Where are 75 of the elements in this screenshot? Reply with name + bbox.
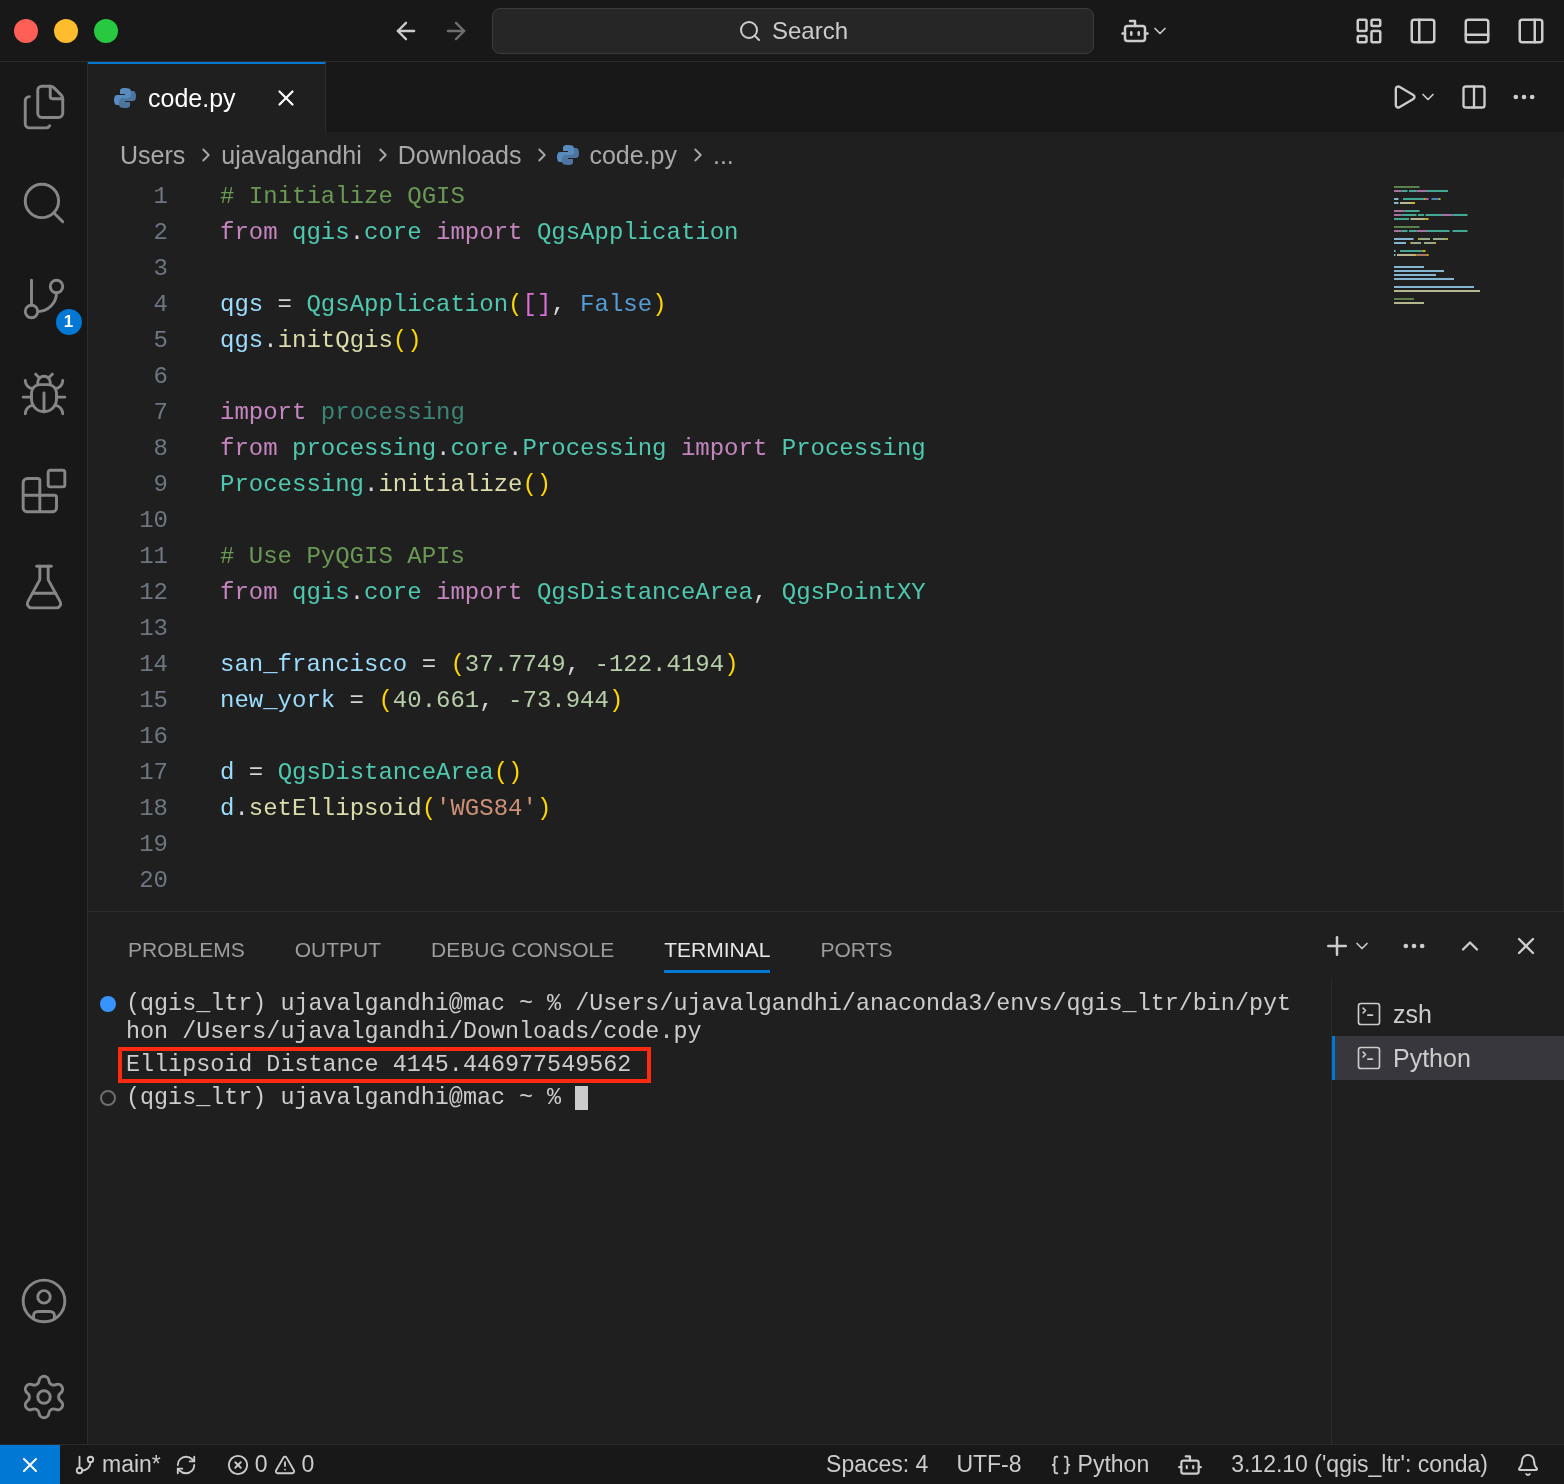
line-number: 14 <box>138 650 168 678</box>
editor-tab[interactable]: code.py <box>88 62 326 132</box>
line-number: 17 <box>138 758 168 786</box>
line-number: 5 <box>152 326 168 354</box>
breadcrumb-item[interactable]: Users <box>120 140 186 170</box>
line-number: 19 <box>138 830 168 858</box>
terminal-session[interactable]: Python <box>1332 1036 1564 1080</box>
line-number: 8 <box>152 434 168 462</box>
line-number: 11 <box>138 542 168 570</box>
maximize-window-button[interactable] <box>94 18 118 43</box>
line-number: 4 <box>152 290 168 318</box>
code-line: d.setEllipsoid('WGS84') <box>220 794 552 822</box>
sync-icon[interactable] <box>174 1453 197 1476</box>
language-status[interactable]: Python <box>1035 1451 1164 1478</box>
search-field[interactable]: Search <box>492 7 1094 54</box>
terminal-line: (qgis_ltr) ujavalgandhi@mac ~ % /Users/ujavalgandhi/anaconda3/envs/qgis_ltr/bin/pyt <box>126 991 1292 1017</box>
line-number: 16 <box>138 722 168 750</box>
code-line: from qgis.core import QgsDistanceArea, QgsPointXY <box>220 578 926 606</box>
code-line: from processing.core.Processing import Processing <box>220 434 926 462</box>
line-number: 1 <box>152 182 168 210</box>
braces-icon <box>1049 1453 1072 1476</box>
python-file-icon <box>114 87 136 109</box>
breadcrumb-item[interactable]: ... <box>712 140 734 170</box>
code-line: qgs = QgsApplication([], False) <box>220 290 667 318</box>
python-file-icon <box>557 144 580 166</box>
line-number: 2 <box>152 218 168 246</box>
error-icon <box>226 1453 249 1476</box>
panel-tab[interactable]: TERMINAL <box>664 925 771 973</box>
line-number: 18 <box>138 794 168 822</box>
terminal-line: hon /Users/ujavalgandhi/Downloads/code.py <box>126 1019 702 1045</box>
panel-tab[interactable]: PROBLEMS <box>128 925 245 973</box>
breadcrumb-item[interactable]: code.py <box>589 140 677 170</box>
minimize-window-button[interactable] <box>54 18 78 43</box>
terminal-icon <box>1355 1044 1383 1072</box>
code-line: san_francisco = (37.7749, -122.4194) <box>220 650 739 678</box>
line-number: 9 <box>152 470 168 498</box>
bell-icon[interactable] <box>1516 1452 1540 1477</box>
status-item[interactable]: UTF-8 <box>942 1451 1036 1478</box>
breadcrumb-item[interactable]: ujavalgandhi <box>221 140 362 170</box>
code-line: # Use PyQGIS APIs <box>220 542 465 570</box>
code-line: qgs.initQgis() <box>220 326 422 354</box>
line-number: 10 <box>138 506 168 534</box>
problems-status[interactable]: 0 0 <box>212 1451 329 1478</box>
search-placeholder: Search <box>771 16 848 45</box>
terminal-session[interactable]: zsh <box>1332 992 1564 1036</box>
branch-icon <box>74 1453 96 1476</box>
breadcrumb-item[interactable]: Downloads <box>397 140 522 170</box>
code-line: # Initialize QGIS <box>220 182 465 210</box>
remote-button[interactable] <box>0 1444 60 1484</box>
line-number: 3 <box>152 254 168 282</box>
panel-tab[interactable]: DEBUG CONSOLE <box>431 925 615 973</box>
warning-icon <box>273 1453 296 1476</box>
terminal-line: (qgis_ltr) ujavalgandhi@mac ~ % <box>126 1085 562 1111</box>
panel-tab[interactable]: OUTPUT <box>294 925 382 973</box>
panel-tab[interactable]: PORTS <box>820 925 893 973</box>
code-line: Processing.initialize() <box>220 470 552 498</box>
line-number: 7 <box>152 398 168 426</box>
code-line: import processing <box>220 398 465 426</box>
terminal-line: Ellipsoid Distance 4145.446977549562 <box>126 1052 632 1078</box>
line-number: 12 <box>138 578 168 606</box>
line-number: 13 <box>138 614 168 642</box>
search-icon <box>737 18 762 43</box>
status-item[interactable]: Spaces: 4 <box>812 1451 943 1478</box>
code-line: from qgis.core import QgsApplication <box>220 218 739 246</box>
command-status-icon <box>100 996 116 1012</box>
command-status-icon <box>100 1090 116 1106</box>
status-item[interactable]: 3.12.10 ('qgis_ltr': conda) <box>1217 1451 1502 1478</box>
line-number: 6 <box>152 362 168 390</box>
branch-status[interactable]: main* <box>60 1451 175 1478</box>
code-line: d = QgsDistanceArea() <box>220 758 523 786</box>
terminal-icon <box>1355 1000 1383 1028</box>
line-number: 20 <box>138 866 168 894</box>
close-window-button[interactable] <box>14 18 38 43</box>
line-number: 15 <box>138 686 168 714</box>
code-line: new_york = (40.661, -73.944) <box>220 686 624 714</box>
